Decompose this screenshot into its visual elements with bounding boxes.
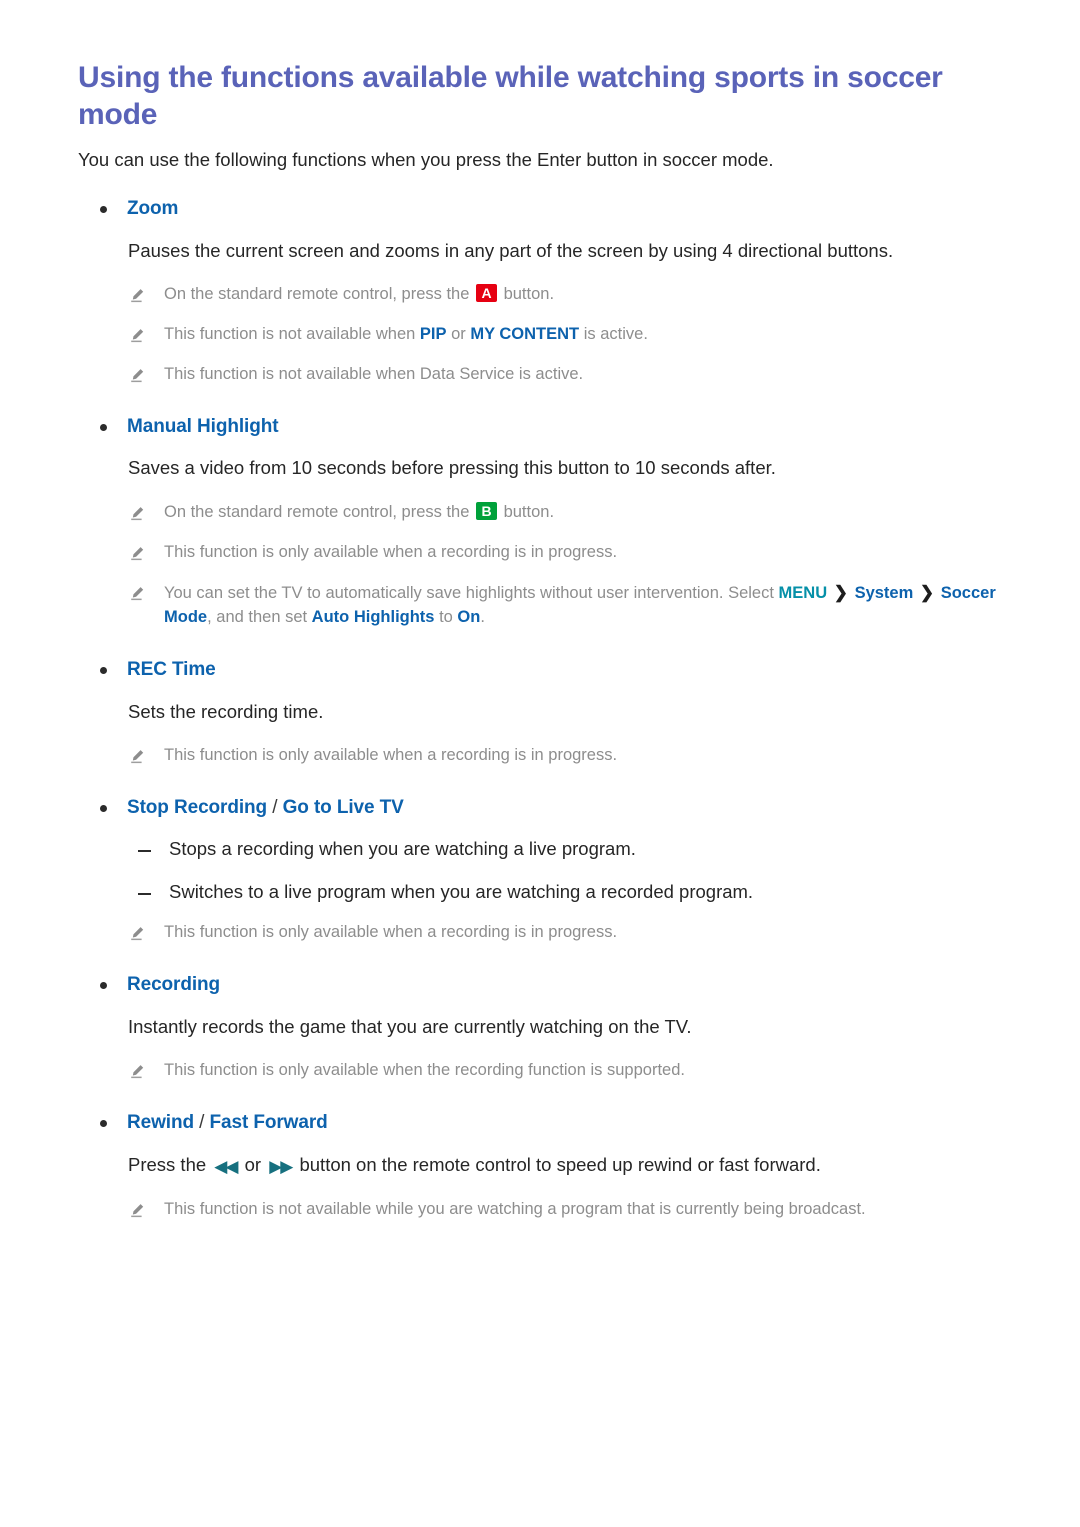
label-separator: /	[267, 797, 283, 819]
pencil-note-icon	[128, 546, 145, 563]
section-body-recording: Instantly records the game that you are …	[128, 1015, 692, 1037]
bullet-dot-icon	[100, 667, 107, 675]
note-text: This function is not available when PIP …	[164, 325, 648, 344]
term-pip: PIP	[419, 325, 447, 344]
note-text: On the standard remote control, press th…	[164, 284, 555, 304]
section-label-go-to-live-tv[interactable]: Go to Live TV	[283, 797, 404, 818]
pencil-note-icon	[128, 368, 145, 385]
note-zoom-remote: On the standard remote control, press th…	[128, 275, 1000, 315]
section-label-rewind[interactable]: Rewind	[127, 1112, 194, 1133]
chevron-right-icon: ❯	[833, 582, 848, 602]
menu-value-on[interactable]: On	[457, 608, 480, 626]
pencil-note-icon	[128, 749, 145, 766]
key-badge-a: A	[476, 284, 497, 303]
dash-mark-icon	[138, 892, 151, 895]
bullet-heading-stop-recording: Stop Recording / Go to Live TV	[100, 794, 1000, 822]
pencil-note-icon	[128, 1064, 145, 1081]
section-label-recording[interactable]: Recording	[127, 971, 220, 999]
pencil-note-icon	[128, 926, 145, 943]
key-badge-b: B	[476, 502, 497, 521]
section-zoom: Zoom Pauses the current screen and zooms…	[78, 195, 1000, 395]
note-text: This function is not available while you…	[164, 1200, 866, 1219]
section-body-rec-time: Sets the recording time.	[128, 700, 324, 722]
section-rewind-fast-forward: Rewind / Fast Forward Press the ◀◀ or ▶▶…	[78, 1109, 1000, 1230]
note-text: This function is not available when Data…	[164, 364, 584, 383]
bullet-heading-zoom: Zoom	[100, 195, 1000, 223]
section-body-manual-highlight: Saves a video from 10 seconds before pre…	[128, 457, 776, 479]
note-mh-remote: On the standard remote control, press th…	[128, 493, 1000, 533]
document-page: Using the functions available while watc…	[0, 0, 1080, 1527]
rewind-icon: ◀◀	[214, 1156, 238, 1176]
note-mh-auto-highlights: You can set the TV to automatically save…	[128, 573, 1000, 639]
note-text: This function is only available when a r…	[164, 923, 618, 942]
section-label-zoom[interactable]: Zoom	[127, 195, 178, 223]
bullet-heading-rec-time: REC Time	[100, 656, 1000, 684]
pencil-note-icon	[128, 288, 145, 305]
section-recording: Recording Instantly records the game tha…	[78, 971, 1000, 1091]
section-label-manual-highlight[interactable]: Manual Highlight	[127, 413, 279, 441]
note-mh-recording: This function is only available when a r…	[128, 533, 1000, 573]
dash-item: Stops a recording when you are watching …	[138, 828, 1000, 871]
note-recording-supported: This function is only available when the…	[128, 1051, 1000, 1091]
section-stop-recording: Stop Recording / Go to Live TV Stops a r…	[78, 794, 1000, 953]
chevron-right-icon: ❯	[919, 582, 935, 602]
section-label-rec-time[interactable]: REC Time	[127, 656, 216, 684]
note-text: On the standard remote control, press th…	[164, 502, 555, 522]
menu-path-system[interactable]: System	[855, 584, 914, 602]
bullet-dot-icon	[100, 423, 107, 431]
section-label-stop-recording[interactable]: Stop Recording	[127, 797, 267, 818]
menu-path-auto-highlights[interactable]: Auto Highlights	[312, 608, 435, 626]
pencil-note-icon	[128, 1203, 145, 1220]
note-text: This function is only available when the…	[164, 1061, 685, 1080]
pencil-note-icon	[128, 328, 145, 345]
fast-forward-icon: ▶▶	[269, 1156, 293, 1176]
note-zoom-pip: This function is not available when PIP …	[128, 315, 1000, 355]
bullet-dot-icon	[100, 805, 107, 813]
section-manual-highlight: Manual Highlight Saves a video from 10 s…	[78, 413, 1000, 638]
bullet-dot-icon	[100, 206, 107, 214]
dash-mark-icon	[138, 849, 151, 852]
term-my-content: MY CONTENT	[470, 325, 580, 344]
section-body-zoom: Pauses the current screen and zooms in a…	[128, 239, 894, 261]
dash-text: Stops a recording when you are watching …	[169, 837, 636, 859]
page-title: Using the functions available while watc…	[78, 61, 943, 131]
menu-path-menu[interactable]: MENU	[779, 584, 828, 602]
bullet-heading-rewind-fast-forward: Rewind / Fast Forward	[100, 1109, 1000, 1137]
dash-item: Switches to a live program when you are …	[138, 871, 1000, 914]
note-stop-recording: This function is only available when a r…	[128, 913, 1000, 953]
bullet-dot-icon	[100, 982, 107, 990]
bullet-dot-icon	[100, 1120, 107, 1128]
section-body-rewind-fast-forward: Press the ◀◀ or ▶▶ button on the remote …	[128, 1143, 1000, 1191]
intro-paragraph: You can use the following functions when…	[78, 149, 774, 171]
note-text: This function is only available when a r…	[164, 542, 618, 561]
note-text: This function is only available when a r…	[164, 746, 618, 765]
pencil-note-icon	[128, 506, 145, 523]
bullet-heading-recording: Recording	[100, 971, 1000, 999]
note-rewind-broadcast: This function is not available while you…	[128, 1190, 1000, 1230]
bullet-heading-manual-highlight: Manual Highlight	[100, 413, 1000, 441]
label-separator: /	[193, 1112, 210, 1134]
note-text: You can set the TV to automatically save…	[164, 582, 996, 627]
note-zoom-data-service: This function is not available when Data…	[128, 355, 1000, 395]
section-rec-time: REC Time Sets the recording time. This f…	[78, 656, 1000, 776]
pencil-note-icon	[128, 586, 145, 603]
note-rec-time-recording: This function is only available when a r…	[128, 736, 1000, 776]
dash-text: Switches to a live program when you are …	[169, 880, 754, 902]
section-label-fast-forward[interactable]: Fast Forward	[210, 1112, 328, 1133]
